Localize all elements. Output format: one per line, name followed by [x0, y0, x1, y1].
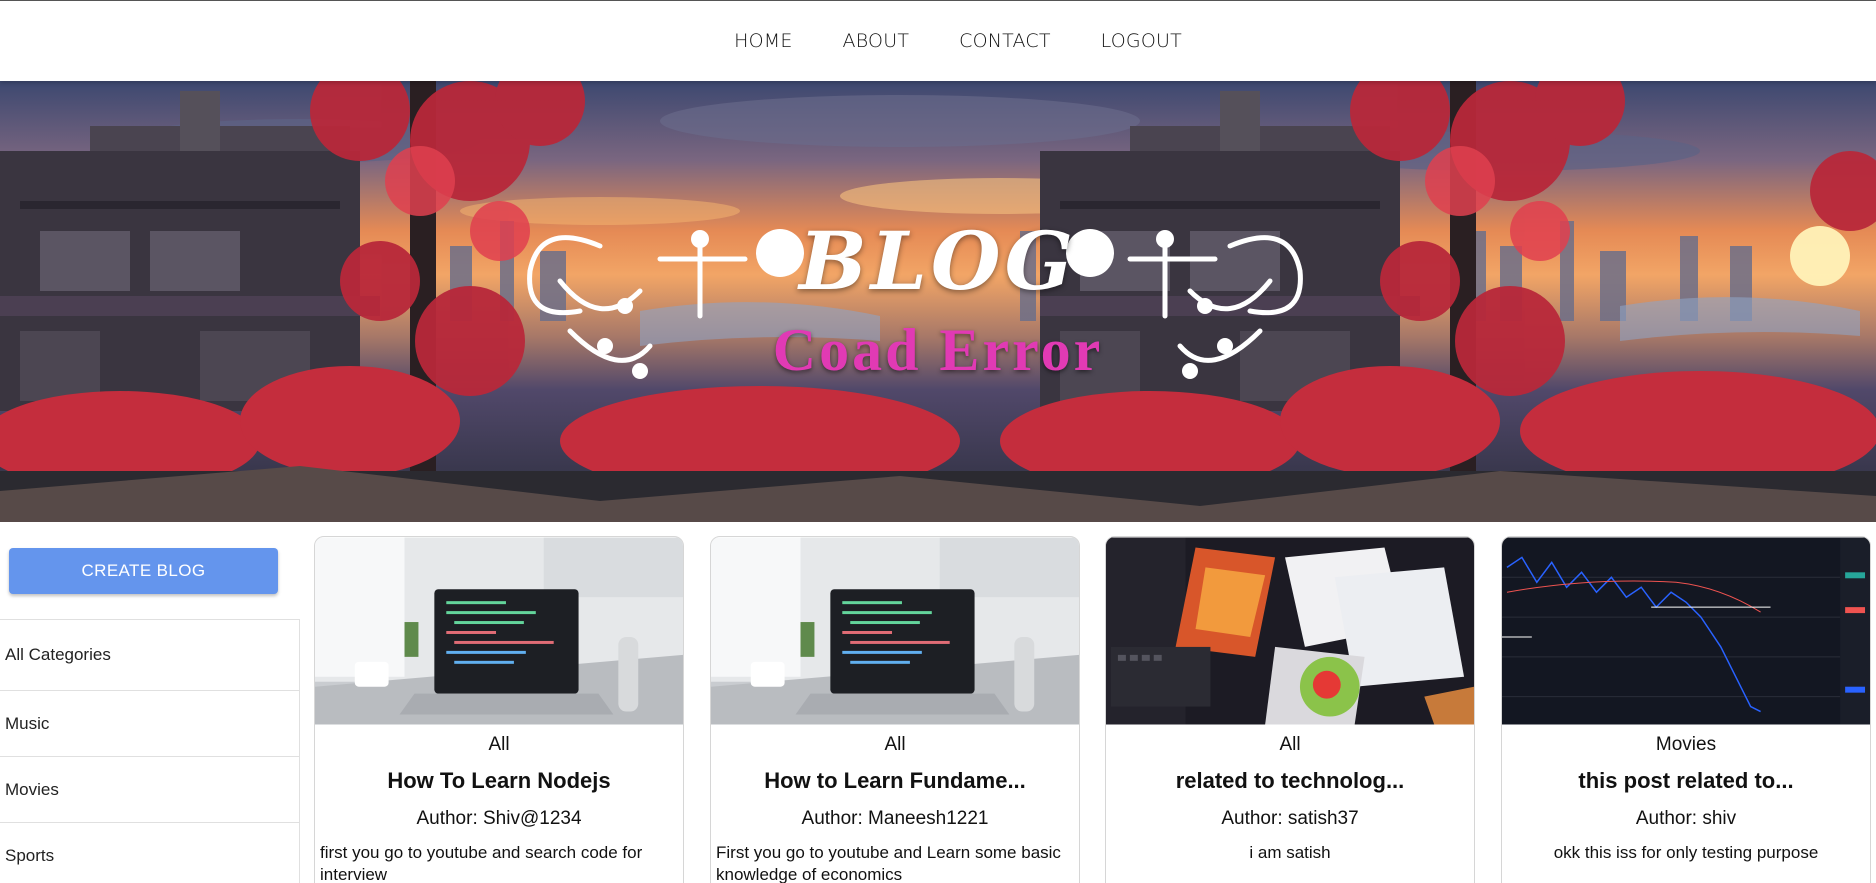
desk-papers-photo [1106, 537, 1474, 725]
nav-about-link[interactable]: ABOUT [818, 30, 935, 52]
category-movies[interactable]: Movies [0, 757, 299, 823]
post-card[interactable]: Movies this post related to... Author: s… [1501, 536, 1871, 883]
category-list: All Categories Music Movies Sports [0, 619, 300, 883]
post-title: How to Learn Fundame... [764, 768, 1026, 793]
post-description: i am satish [1249, 843, 1331, 862]
category-music[interactable]: Music [0, 691, 299, 757]
category-sports[interactable]: Sports [0, 823, 299, 883]
post-card[interactable]: All related to technolog... Author: sati… [1105, 536, 1475, 883]
post-category: All [1279, 734, 1301, 755]
laptop-photo [711, 537, 1079, 725]
post-category: All [884, 734, 906, 755]
hero-banner: BLOG Coad Error [0, 81, 1876, 522]
post-card[interactable]: All How To Learn Nodejs Author: Shiv@123… [314, 536, 684, 883]
category-all[interactable]: All Categories [0, 620, 299, 691]
post-category: All [488, 734, 510, 755]
post-category: Movies [1655, 734, 1717, 755]
post-title: related to technolog... [1175, 768, 1405, 793]
post-description: First you go to youtube and Learn some b… [716, 843, 1061, 883]
post-author: Author: shiv [1635, 808, 1737, 829]
post-description: okk this iss for only testing purpose [1553, 843, 1819, 862]
top-navbar: HOME ABOUT CONTACT LOGOUT [0, 0, 1876, 81]
nav-logout-link[interactable]: LOGOUT [1076, 30, 1207, 52]
stock-chart-photo [1502, 537, 1870, 725]
post-title: this post related to... [1578, 768, 1794, 793]
banner-subtitle: Coad Error [772, 317, 1104, 383]
post-author: Author: Maneesh1221 [801, 808, 989, 829]
nav-menu: HOME ABOUT CONTACT LOGOUT [709, 30, 1207, 52]
nav-home-link[interactable]: HOME [709, 30, 817, 52]
post-author: Author: Shiv@1234 [416, 808, 582, 829]
nav-contact-link[interactable]: CONTACT [934, 30, 1076, 52]
laptop-photo [315, 537, 683, 725]
post-author: Author: satish37 [1221, 808, 1359, 829]
post-description: first you go to youtube and search code … [320, 843, 643, 883]
create-blog-button[interactable]: CREATE BLOG [9, 548, 278, 594]
post-title: How To Learn Nodejs [387, 768, 611, 793]
post-card[interactable]: All How to Learn Fundame... Author: Mane… [710, 536, 1080, 883]
banner-title: BLOG [799, 214, 1077, 308]
